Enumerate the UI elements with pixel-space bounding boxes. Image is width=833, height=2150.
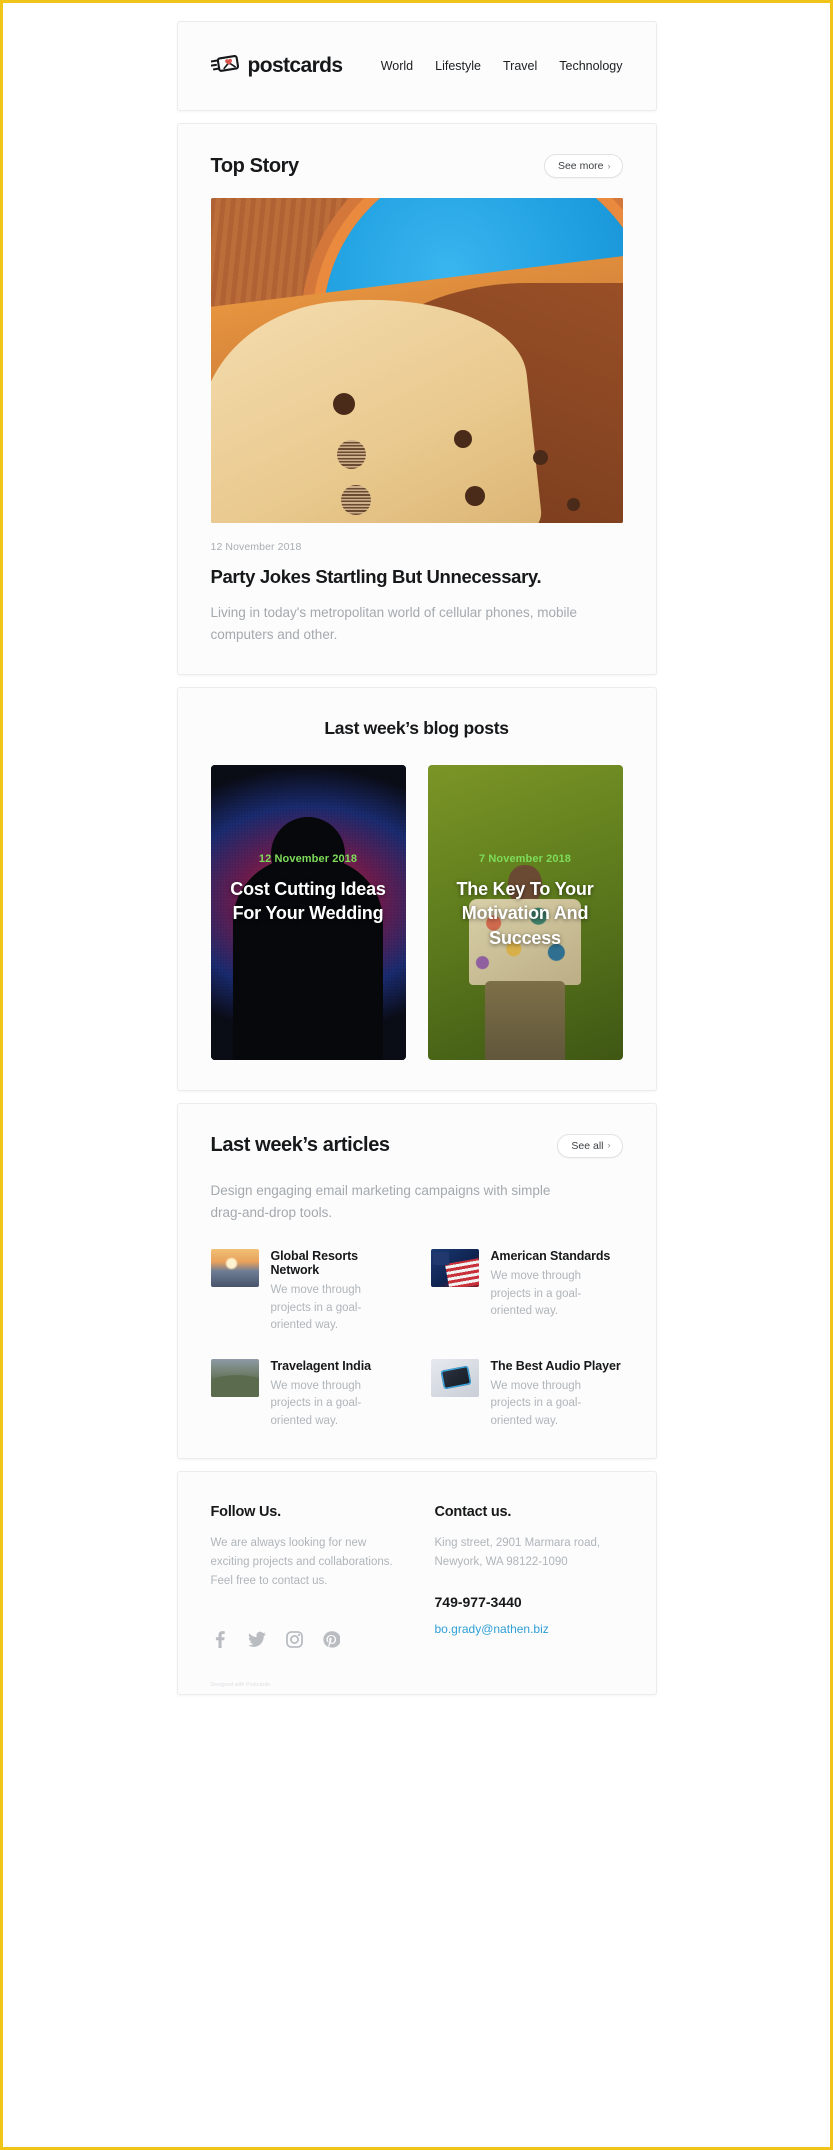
contact-email-link[interactable]: bo.grady@nathen.biz (435, 1622, 549, 1636)
facebook-icon[interactable] (211, 1631, 228, 1649)
see-all-label: See all (571, 1139, 604, 1152)
blog-posts-section: Last week’s blog posts 12 November 2018 … (178, 688, 656, 1090)
blog-post-card[interactable]: 7 November 2018 The Key To Your Motivati… (427, 764, 623, 1060)
articles-lead-text: Design engaging email marketing campaign… (210, 1182, 551, 1220)
nav-item-world[interactable]: World (381, 59, 413, 73)
blog-post-title: The Key To Your Motivation And Success (456, 878, 594, 948)
nav-item-travel[interactable]: Travel (503, 59, 537, 73)
social-links (211, 1631, 399, 1649)
article-item[interactable]: American Standards We move through proje… (430, 1249, 623, 1334)
articles-header: Last week’s articles See all › (210, 1133, 623, 1158)
article-item[interactable]: The Best Audio Player We move through pr… (430, 1358, 623, 1430)
blog-posts-card: Last week’s blog posts 12 November 2018 … (176, 686, 657, 1091)
nav-item-lifestyle[interactable]: Lifestyle (435, 59, 481, 73)
top-story-date: 12 November 2018 (210, 541, 302, 553)
article-item[interactable]: Global Resorts Network We move through p… (210, 1249, 403, 1334)
top-story-header: Top Story See more › (178, 124, 656, 198)
top-story-meta: 12 November 2018 Party Jokes Startling B… (178, 523, 656, 674)
article-title: Travelagent India (270, 1358, 372, 1373)
email-page: postcards World Lifestyle Travel Technol… (3, 3, 830, 2147)
contact-phone: 749-977-3440 (434, 1594, 522, 1611)
articles-section: Last week’s articles See all › Design en… (178, 1104, 656, 1459)
pinterest-icon[interactable] (322, 1631, 340, 1648)
hero-dot (566, 498, 580, 511)
chevron-right-icon: › (607, 160, 611, 171)
twitter-icon[interactable] (247, 1631, 266, 1648)
article-description: We move through projects in a goal-orien… (490, 1270, 582, 1318)
blog-grid: 12 November 2018 Cost Cutting Ideas For … (210, 764, 623, 1060)
articles-section-title: Last week’s articles (210, 1134, 391, 1157)
american-flag-thumbnail (430, 1249, 479, 1288)
hero-image[interactable] (210, 198, 623, 523)
landscape-thumbnail (210, 1358, 259, 1397)
blog-section-title: Last week’s blog posts (324, 717, 509, 738)
hero-dot (464, 486, 485, 506)
designed-with-credit: Designed with Postcards (210, 1682, 271, 1689)
audio-device-thumbnail (430, 1358, 479, 1397)
article-title: The Best Audio Player (490, 1358, 621, 1373)
see-more-button[interactable]: See more › (543, 154, 623, 178)
follow-us-column: Follow Us. We are always looking for new… (210, 1504, 399, 1649)
blog-post-date: 12 November 2018 (258, 852, 358, 865)
figure-pants (485, 980, 565, 1060)
contact-us-heading: Contact us. (434, 1504, 512, 1521)
articles-card: Last week’s articles See all › Design en… (176, 1102, 657, 1460)
article-title: American Standards (490, 1249, 611, 1264)
blog-post-title: Cost Cutting Ideas For Your Wedding (230, 878, 386, 924)
chevron-right-icon: › (607, 1140, 611, 1151)
article-description: We move through projects in a goal-orien… (270, 1284, 362, 1332)
content-wrap: postcards World Lifestyle Travel Technol… (176, 21, 657, 1696)
brand-name: postcards (247, 54, 344, 77)
top-story-description: Living in today's metropolitan world of … (210, 605, 578, 642)
site-header: postcards World Lifestyle Travel Technol… (176, 21, 657, 111)
article-item[interactable]: Travelagent India We move through projec… (210, 1358, 403, 1430)
articles-grid: Global Resorts Network We move through p… (210, 1249, 623, 1430)
contact-us-column: Contact us. King street, 2901 Marmara ro… (435, 1504, 623, 1648)
instagram-icon[interactable] (285, 1631, 303, 1649)
main-nav: World Lifestyle Travel Technology (381, 59, 623, 73)
hero-dot (532, 450, 548, 465)
follow-us-text: We are always looking for new exciting p… (210, 1537, 393, 1588)
contact-address: King street, 2901 Marmara road, Newyork,… (434, 1537, 601, 1569)
hero-dot (332, 393, 355, 415)
sunset-clouds-thumbnail (210, 1249, 259, 1288)
article-description: We move through projects in a goal-orien… (270, 1379, 362, 1427)
see-more-label: See more (557, 160, 604, 172)
postcard-heart-icon (209, 54, 241, 79)
footer-card: Follow Us. We are always looking for new… (176, 1471, 657, 1696)
blog-post-date: 7 November 2018 (479, 852, 571, 865)
hero-dot (453, 430, 472, 448)
follow-us-heading: Follow Us. (210, 1504, 282, 1521)
nav-item-technology[interactable]: Technology (559, 59, 622, 73)
hero-dot (336, 440, 366, 469)
top-story-title[interactable]: Party Jokes Startling But Unnecessary. (211, 566, 623, 588)
top-story-card: Top Story See more › 12 November 2018 Pa… (176, 123, 657, 675)
page-title: Top Story (210, 154, 300, 177)
blog-post-card[interactable]: 12 November 2018 Cost Cutting Ideas For … (210, 764, 406, 1060)
article-title: Global Resorts Network (270, 1249, 359, 1278)
hero-dot (340, 485, 371, 515)
footer: Follow Us. We are always looking for new… (178, 1472, 656, 1682)
article-description: We move through projects in a goal-orien… (490, 1379, 582, 1427)
brand[interactable]: postcards (209, 54, 344, 79)
see-all-button[interactable]: See all › (557, 1133, 623, 1158)
